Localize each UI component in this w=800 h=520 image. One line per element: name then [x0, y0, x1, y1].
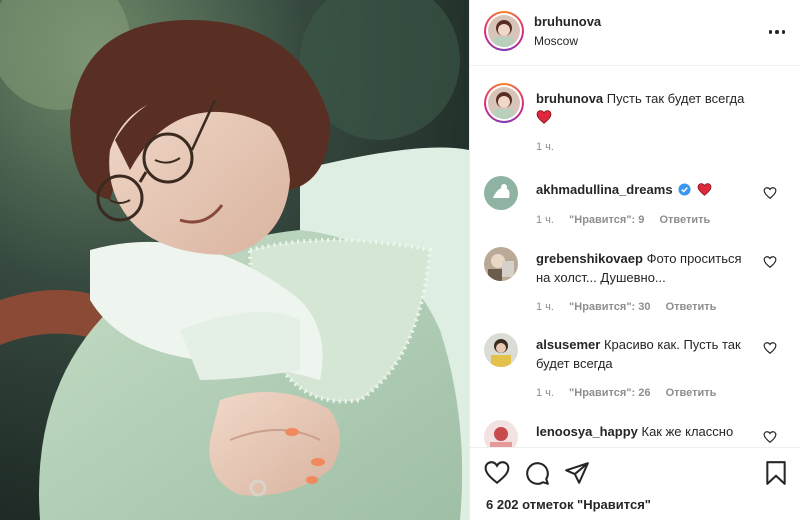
caption-body: bruhunova Пусть так будет всегда: [536, 89, 786, 129]
comment-meta: 1 ч. "Нравится": 26 Ответить: [536, 387, 728, 399]
red-heart-emoji-icon: [697, 183, 712, 196]
reply-button[interactable]: Ответить: [666, 301, 717, 313]
heart-outline-icon[interactable]: [484, 460, 510, 486]
author-username[interactable]: bruhunova: [534, 14, 601, 29]
post-actions-bar: 6 202 отметок "Нравится": [470, 447, 800, 520]
comment-time[interactable]: 1 ч.: [536, 214, 554, 226]
bookmark-icon[interactable]: [763, 460, 789, 486]
comment-username[interactable]: grebenshikovaep: [536, 251, 643, 266]
comment-username[interactable]: lenoosya_happy: [536, 424, 638, 439]
comment-row: alsusemer Красиво как. Пусть так будет в…: [470, 333, 800, 423]
caption-time[interactable]: 1 ч.: [536, 141, 554, 153]
instagram-post: bruhunova Moscow bruhunova Пусть так буд…: [0, 0, 800, 520]
like-comment-heart-icon[interactable]: [763, 255, 777, 269]
comment-text: Как же классно: [641, 424, 734, 439]
comment-time[interactable]: 1 ч.: [536, 301, 554, 313]
comments-list[interactable]: bruhunova Пусть так будет всегда 1 ч. ak…: [470, 67, 800, 447]
comment-likes-count[interactable]: "Нравится": 9: [569, 214, 644, 226]
caption-avatar[interactable]: [484, 83, 524, 123]
caption-meta: 1 ч.: [536, 141, 566, 153]
commenter-avatar[interactable]: [484, 247, 518, 281]
three-dots-icon[interactable]: [765, 22, 789, 42]
post-side-panel: bruhunova Moscow bruhunova Пусть так буд…: [469, 0, 800, 520]
comment-time[interactable]: 1 ч.: [536, 387, 554, 399]
post-photo-image: [0, 0, 469, 520]
comment-meta: 1 ч. "Нравится": 9 Ответить: [536, 214, 722, 226]
verified-badge-icon: [678, 183, 691, 196]
commenter-avatar[interactable]: [484, 333, 518, 367]
like-comment-heart-icon[interactable]: [763, 430, 777, 444]
caption-text: Пусть так будет всегда: [606, 91, 745, 106]
comment-meta: 1 ч. "Нравится": 30 Ответить: [536, 301, 728, 313]
comment-bubble-icon[interactable]: [524, 460, 550, 486]
comment-body: grebenshikovaep Фото проситься на холст.…: [536, 249, 756, 287]
post-photo[interactable]: [0, 0, 469, 520]
reply-button[interactable]: Ответить: [666, 387, 717, 399]
comment-likes-count[interactable]: "Нравится": 30: [569, 301, 650, 313]
comment-body: lenoosya_happy Как же классно: [536, 422, 766, 441]
like-comment-heart-icon[interactable]: [763, 186, 777, 200]
comment-username[interactable]: akhmadullina_dreams: [536, 182, 673, 197]
comment-likes-count[interactable]: "Нравится": 26: [569, 387, 650, 399]
commenter-avatar[interactable]: [484, 176, 518, 210]
red-heart-emoji-icon: [536, 110, 552, 124]
comment-body: akhmadullina_dreams: [536, 180, 756, 199]
post-caption: bruhunova Пусть так будет всегда 1 ч.: [470, 67, 800, 167]
comment-row: lenoosya_happy Как же классно: [470, 420, 800, 447]
post-location[interactable]: Moscow: [534, 34, 578, 48]
author-avatar[interactable]: [484, 11, 524, 51]
post-likes-count[interactable]: 6 202 отметок "Нравится": [486, 497, 651, 512]
reply-button[interactable]: Ответить: [659, 214, 710, 226]
comment-row: akhmadullina_dreams 1 ч. "Нравится": 9 О…: [470, 172, 800, 252]
paper-plane-icon[interactable]: [564, 460, 590, 486]
comment-row: grebenshikovaep Фото проситься на холст.…: [470, 247, 800, 337]
comment-body: alsusemer Красиво как. Пусть так будет в…: [536, 335, 756, 373]
caption-username[interactable]: bruhunova: [536, 91, 603, 106]
like-comment-heart-icon[interactable]: [763, 341, 777, 355]
post-header: bruhunova Moscow: [470, 0, 800, 66]
commenter-avatar[interactable]: [484, 420, 518, 447]
comment-username[interactable]: alsusemer: [536, 337, 600, 352]
